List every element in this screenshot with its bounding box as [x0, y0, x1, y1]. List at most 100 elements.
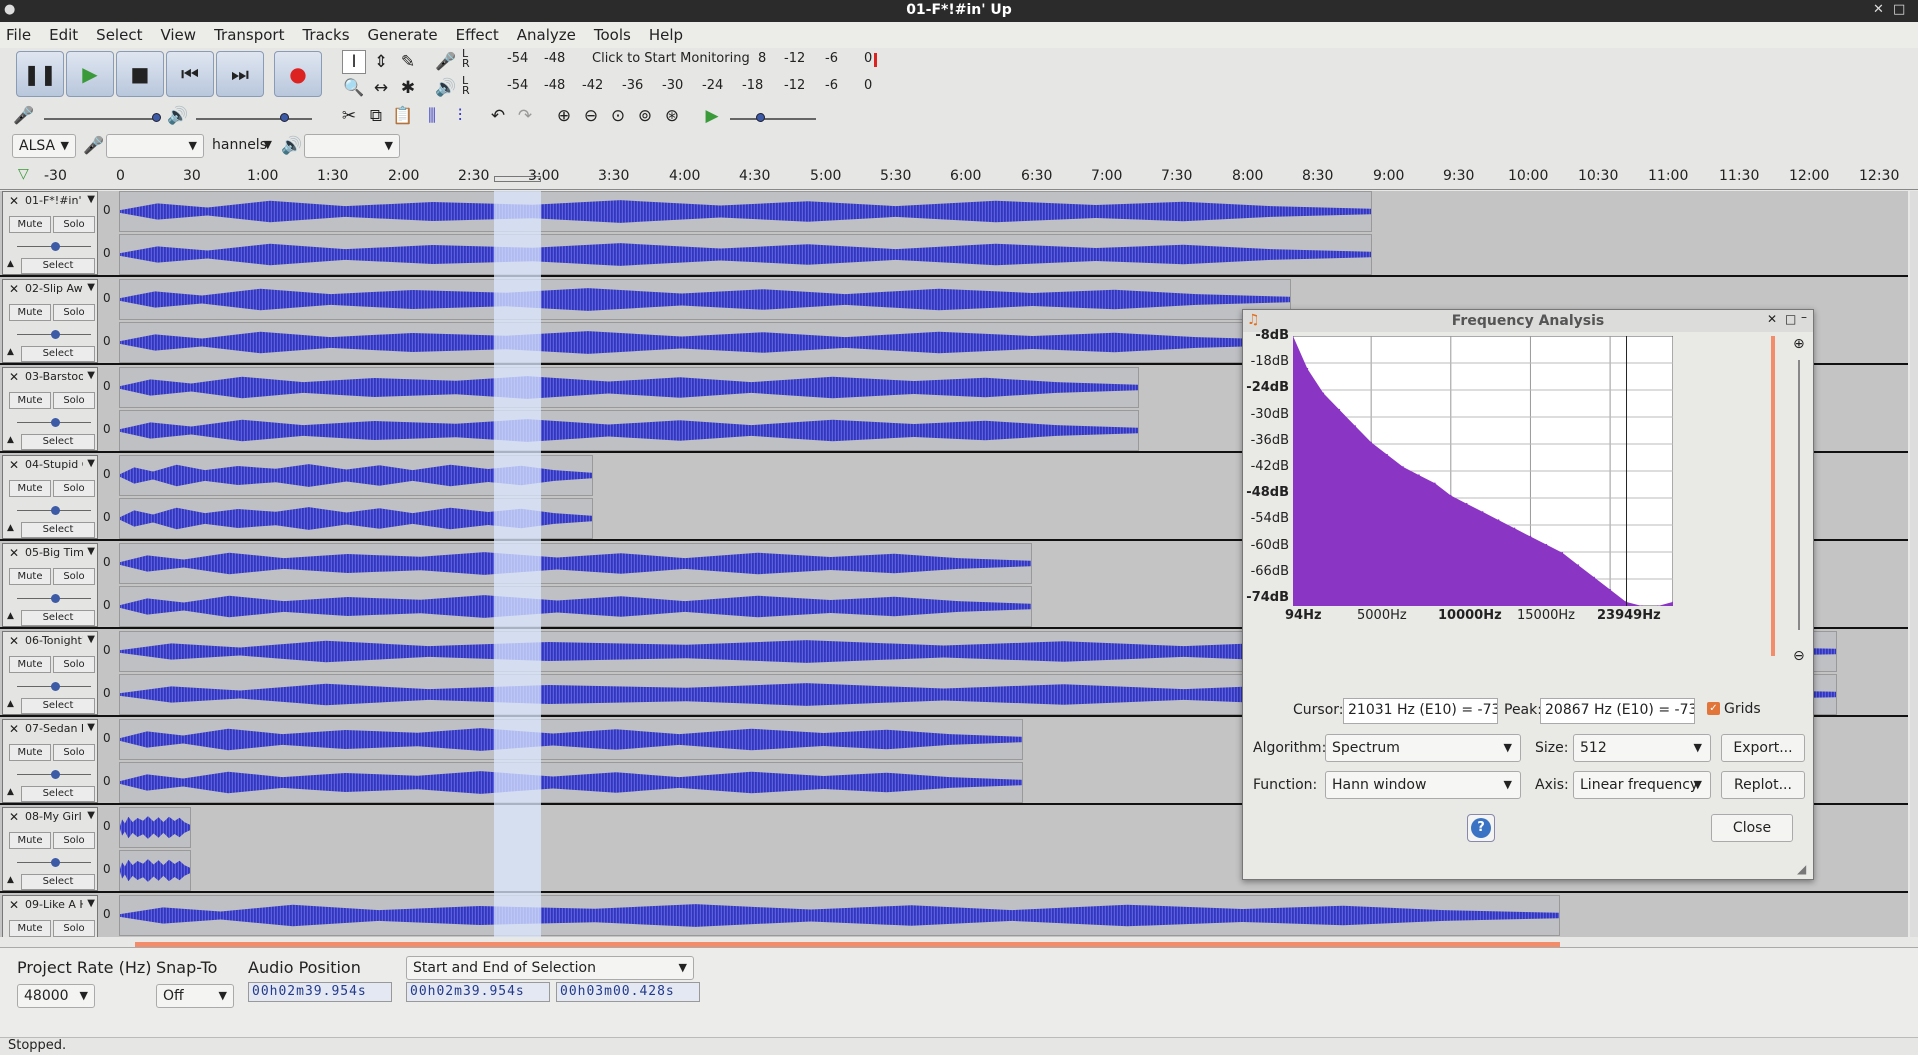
- record-meter[interactable]: L R -54 -48 Click to Start Monitoring 8 …: [462, 47, 882, 70]
- select-track-button[interactable]: Select: [21, 346, 95, 362]
- gain-knob[interactable]: [51, 858, 60, 867]
- play-button[interactable]: ▶: [66, 51, 114, 97]
- track-menu-chevron-icon[interactable]: ▼: [87, 898, 95, 909]
- solo-button[interactable]: Solo: [53, 744, 95, 761]
- paste-button[interactable]: 📋: [391, 104, 415, 128]
- fit-selection-button[interactable]: ⊙: [606, 104, 630, 128]
- gain-knob[interactable]: [51, 506, 60, 515]
- track-menu-chevron-icon[interactable]: ▼: [87, 282, 95, 293]
- audio-clip[interactable]: [119, 191, 1372, 232]
- audio-clip[interactable]: [119, 234, 1372, 275]
- close-track-icon[interactable]: ✕: [9, 194, 19, 208]
- left-channel[interactable]: 0: [101, 191, 1907, 232]
- playback-volume-slider[interactable]: [196, 118, 312, 120]
- track-control-panel[interactable]: ✕ 09-Like A Hu ▼ Mute Solo ▲ Select: [2, 895, 98, 937]
- close-track-icon[interactable]: ✕: [9, 370, 19, 384]
- track-menu-chevron-icon[interactable]: ▼: [87, 634, 95, 645]
- zoom-in-icon[interactable]: ⊕: [1793, 336, 1805, 352]
- play-at-speed-button[interactable]: ▶: [700, 104, 724, 128]
- select-track-button[interactable]: Select: [21, 434, 95, 450]
- track-name[interactable]: 04-Stupid Gir: [25, 458, 83, 471]
- copy-button[interactable]: ⧉: [364, 104, 388, 128]
- menu-tools[interactable]: Tools: [594, 26, 631, 44]
- close-track-icon[interactable]: ✕: [9, 282, 19, 296]
- solo-button[interactable]: Solo: [53, 568, 95, 585]
- audio-clip[interactable]: [119, 895, 1560, 936]
- audio-clip[interactable]: [119, 279, 1291, 320]
- record-meter-button[interactable]: 🎤: [434, 50, 458, 74]
- menu-tracks[interactable]: Tracks: [302, 26, 349, 44]
- stop-button[interactable]: ■: [116, 51, 164, 97]
- audio-clip[interactable]: [119, 850, 191, 891]
- collapse-track-icon[interactable]: ▲: [7, 699, 14, 709]
- close-track-icon[interactable]: ✕: [9, 810, 19, 824]
- click-to-start-monitoring[interactable]: Click to Start Monitoring: [592, 51, 750, 66]
- solo-button[interactable]: Solo: [53, 480, 95, 497]
- track-name[interactable]: 07-Sedan De: [25, 722, 83, 735]
- playback-device-select[interactable]: ▼: [304, 134, 400, 158]
- close-track-icon[interactable]: ✕: [9, 546, 19, 560]
- recording-device-select[interactable]: ▼: [106, 134, 204, 158]
- collapse-track-icon[interactable]: ▲: [7, 787, 14, 797]
- axis-select[interactable]: Linear frequency ▼: [1573, 771, 1711, 799]
- vertical-scrollbar[interactable]: [1910, 191, 1918, 937]
- track-control-panel[interactable]: ✕ 08-My Girl ▼ Mute Solo ▲ Select: [2, 807, 98, 891]
- close-track-icon[interactable]: ✕: [9, 722, 19, 736]
- track-name[interactable]: 01-F*!#in' U: [25, 194, 83, 207]
- menu-edit[interactable]: Edit: [49, 26, 78, 44]
- draw-tool[interactable]: ✎: [396, 50, 420, 74]
- track-name[interactable]: 09-Like A Hu: [25, 898, 83, 911]
- replot-button[interactable]: Replot...: [1721, 771, 1805, 799]
- silence-button[interactable]: ⫶: [448, 104, 472, 128]
- vertical-scrollbar[interactable]: [1771, 336, 1775, 656]
- track-control-panel[interactable]: ✕ 06-Tonight's ▼ Mute Solo ▲ Select: [2, 631, 98, 715]
- zoom-in-button[interactable]: ⊕: [552, 104, 576, 128]
- dialog-close-icon[interactable]: ✕: [1767, 312, 1777, 326]
- select-track-button[interactable]: Select: [21, 610, 95, 626]
- track-name[interactable]: 06-Tonight's: [25, 634, 83, 647]
- track[interactable]: ✕ 09-Like A Hu ▼ Mute Solo ▲ Select 0 0: [0, 895, 1908, 937]
- collapse-track-icon[interactable]: ▲: [7, 259, 14, 269]
- audio-clip[interactable]: [119, 322, 1291, 363]
- menu-generate[interactable]: Generate: [368, 26, 438, 44]
- audio-clip[interactable]: [119, 807, 191, 848]
- mute-button[interactable]: Mute: [9, 568, 51, 585]
- track-name[interactable]: 02-Slip Away: [25, 282, 83, 295]
- selection-tool[interactable]: I: [342, 50, 366, 74]
- track-menu-chevron-icon[interactable]: ▼: [87, 810, 95, 821]
- zoom-out-button[interactable]: ⊖: [579, 104, 603, 128]
- audio-clip[interactable]: [119, 762, 1023, 803]
- dialog-minimize-icon[interactable]: –: [1801, 310, 1807, 324]
- solo-button[interactable]: Solo: [53, 832, 95, 849]
- close-window-icon[interactable]: ✕: [1873, 2, 1884, 17]
- menu-effect[interactable]: Effect: [456, 26, 499, 44]
- close-button[interactable]: Close: [1711, 814, 1793, 842]
- gain-knob[interactable]: [51, 418, 60, 427]
- track-control-panel[interactable]: ✕ 03-Barstool ▼ Mute Solo ▲ Select: [2, 367, 98, 451]
- multi-tool[interactable]: ✱: [396, 76, 420, 100]
- select-track-button[interactable]: Select: [21, 698, 95, 714]
- play-meter-button[interactable]: 🔊: [434, 76, 458, 100]
- record-button[interactable]: ●: [274, 51, 322, 97]
- undo-button[interactable]: ↶: [486, 104, 510, 128]
- record-volume-slider[interactable]: [44, 118, 160, 120]
- solo-button[interactable]: Solo: [53, 392, 95, 409]
- play-speed-slider[interactable]: [730, 118, 816, 120]
- selection-start-field[interactable]: 00h02m39.954s: [406, 982, 550, 1002]
- play-speed-knob[interactable]: [756, 113, 765, 122]
- audio-clip[interactable]: [119, 543, 1032, 584]
- mute-button[interactable]: Mute: [9, 656, 51, 673]
- gain-knob[interactable]: [51, 594, 60, 603]
- track-control-panel[interactable]: ✕ 02-Slip Away ▼ Mute Solo ▲ Select: [2, 279, 98, 363]
- mute-button[interactable]: Mute: [9, 216, 51, 233]
- mute-button[interactable]: Mute: [9, 392, 51, 409]
- solo-button[interactable]: Solo: [53, 920, 95, 937]
- track-control-panel[interactable]: ✕ 04-Stupid Gir ▼ Mute Solo ▲ Select: [2, 455, 98, 539]
- track-control-panel[interactable]: ✕ 01-F*!#in' U ▼ Mute Solo ▲ Select: [2, 191, 98, 275]
- zoom-toggle-button[interactable]: ⊛: [660, 104, 684, 128]
- audio-position-field[interactable]: 00h02m39.954s: [248, 982, 392, 1002]
- close-track-icon[interactable]: ✕: [9, 898, 19, 912]
- cut-button[interactable]: ✂: [337, 104, 361, 128]
- gain-knob[interactable]: [51, 242, 60, 251]
- audio-clip[interactable]: [119, 367, 1139, 408]
